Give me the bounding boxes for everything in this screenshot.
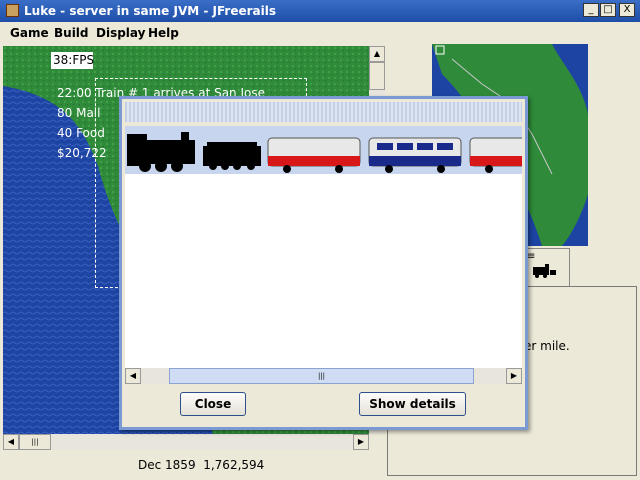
tab-menu-icon: ≡ bbox=[527, 251, 536, 262]
train-tab-icon bbox=[533, 264, 556, 278]
dialog-scroll-left-button[interactable]: ◀ bbox=[125, 368, 141, 384]
menu-help[interactable]: Help bbox=[148, 26, 179, 40]
wagon-3 bbox=[469, 137, 522, 173]
message-revenue: $20,722 bbox=[57, 146, 107, 160]
message-mail: 80 Mail bbox=[57, 106, 101, 120]
vertical-scroll-thumb[interactable] bbox=[369, 62, 385, 90]
scroll-left-button[interactable]: ◀ bbox=[3, 434, 19, 450]
dialog-horizontal-scrollbar[interactable]: ◀ ||| ▶ bbox=[125, 368, 522, 384]
scroll-up-button[interactable]: ▲ bbox=[369, 46, 385, 62]
window-title-bar[interactable]: Luke - server in same JVM - JFreerails _… bbox=[0, 0, 640, 22]
close-button[interactable]: Close bbox=[180, 392, 246, 416]
info-text: er mile. bbox=[524, 339, 570, 353]
train-dialog: ◀ ||| ▶ Close Show details bbox=[119, 96, 528, 430]
menu-display[interactable]: Display bbox=[96, 26, 145, 40]
map-horizontal-scrollbar[interactable]: ◀ ||| ▶ bbox=[3, 434, 369, 450]
train-consist-image bbox=[127, 132, 522, 173]
wagon-2 bbox=[368, 137, 462, 173]
scroll-right-button[interactable]: ▶ bbox=[353, 434, 369, 450]
fps-counter: 38:FPS bbox=[51, 52, 95, 69]
game-date: Dec 1859 1,762,594 bbox=[138, 458, 265, 472]
train-details-area bbox=[125, 174, 522, 368]
minimize-button[interactable]: _ bbox=[583, 3, 599, 17]
wagon-1 bbox=[267, 137, 361, 173]
menu-bar: Game Build Display Help bbox=[0, 22, 640, 44]
menu-build[interactable]: Build bbox=[54, 26, 89, 40]
status-bar: Dec 1859 1,762,594 bbox=[0, 450, 385, 480]
dialog-title-bar[interactable] bbox=[125, 102, 522, 122]
window-title: Luke - server in same JVM - JFreerails bbox=[24, 4, 276, 18]
show-details-button[interactable]: Show details bbox=[359, 392, 466, 416]
close-window-button[interactable]: X bbox=[619, 3, 635, 17]
app-icon bbox=[6, 4, 19, 17]
maximize-button[interactable]: □ bbox=[600, 3, 616, 17]
player-cash: 1,762,594 bbox=[203, 458, 265, 472]
dialog-scroll-right-button[interactable]: ▶ bbox=[506, 368, 522, 384]
locomotive bbox=[127, 132, 261, 172]
menu-game[interactable]: Game bbox=[10, 26, 49, 40]
train-consist-strip bbox=[125, 126, 522, 174]
dialog-scroll-thumb[interactable]: ||| bbox=[169, 368, 474, 384]
message-food: 40 Food bbox=[57, 126, 105, 140]
horizontal-scroll-thumb[interactable]: ||| bbox=[19, 434, 51, 450]
